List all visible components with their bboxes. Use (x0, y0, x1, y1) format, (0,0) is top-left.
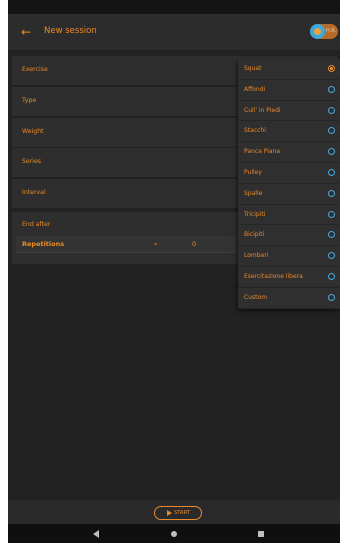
radio-icon[interactable] (328, 210, 335, 218)
option-label: Affondi (244, 85, 266, 93)
series-label: Series (22, 158, 42, 165)
exercise-label: Exercise (22, 66, 48, 73)
play-icon (167, 510, 172, 516)
option-label: Bicipiti (244, 231, 265, 239)
radio-icon[interactable] (328, 85, 335, 93)
nav-home-icon[interactable] (171, 531, 177, 537)
exercise-dropdown: Squat Affondi Cull' in Piedi Stacchi Pan… (238, 59, 340, 288)
option-label: Cull' in Piedi (244, 106, 281, 114)
start-button[interactable]: START (154, 506, 202, 520)
radio-selected-icon[interactable] (328, 65, 335, 72)
option-label: Squat (244, 65, 262, 72)
option-label: Esercitazione libera (244, 273, 303, 280)
type-label: Type (22, 97, 37, 104)
weight-label: Weight (22, 128, 44, 135)
repetitions-mode[interactable]: Repetitions (22, 239, 64, 249)
decrement-button[interactable]: – (154, 239, 158, 249)
option-stacchi[interactable]: Stacchi (238, 121, 340, 143)
option-label: Pulley (244, 169, 262, 176)
nav-recent-icon[interactable] (258, 531, 264, 537)
repetitions-value[interactable]: 0 (192, 239, 196, 249)
radio-icon[interactable] (328, 273, 335, 280)
end-after-label: End after (22, 221, 51, 228)
option-label: Custom (244, 294, 267, 301)
radio-icon[interactable] (328, 169, 335, 176)
exercise-dropdown-tail: Custom (238, 288, 340, 309)
option-panca-piana[interactable]: Panca Piana (238, 142, 340, 163)
bottom-bar: START (8, 500, 340, 524)
radio-icon[interactable] (328, 231, 335, 239)
back-arrow-icon[interactable]: ← (16, 22, 36, 42)
option-label: Spalle (244, 189, 263, 197)
radio-icon[interactable] (328, 127, 335, 135)
option-pulley[interactable]: Pulley (238, 163, 340, 184)
radio-icon[interactable] (328, 106, 335, 114)
start-label: START (174, 510, 191, 516)
avatar[interactable]: H.R. (310, 24, 338, 39)
option-spalle[interactable]: Spalle (238, 184, 340, 205)
option-lombari[interactable]: Lombari (238, 246, 340, 267)
app-bar: ← New session H.R. (8, 14, 340, 50)
radio-icon[interactable] (328, 148, 335, 156)
status-bar (8, 0, 340, 14)
system-nav-bar (8, 524, 340, 543)
avatar-initials: H.R. (326, 28, 337, 34)
option-custom[interactable]: Custom (238, 288, 340, 309)
option-affondi[interactable]: Affondi (238, 80, 340, 101)
radio-icon[interactable] (328, 252, 335, 260)
option-label: Panca Piana (244, 148, 281, 156)
option-bicipiti[interactable]: Bicipiti (238, 225, 340, 247)
repetitions-field[interactable]: Repetitions – 0 (16, 236, 236, 253)
radio-icon[interactable] (328, 294, 335, 301)
option-esercitazione-libera[interactable]: Esercitazione libera (238, 267, 340, 288)
page-title: New session (44, 26, 97, 36)
option-label: Lombari (244, 252, 269, 260)
avatar-icon (310, 24, 325, 39)
option-tricipiti[interactable]: Tricipiti (238, 205, 340, 226)
radio-icon[interactable] (328, 189, 335, 197)
nav-back-icon[interactable] (93, 530, 99, 538)
option-label: Stacchi (244, 127, 266, 135)
option-squat[interactable]: Squat (238, 59, 340, 80)
interval-label: Interval (22, 189, 46, 196)
option-cull-in-piedi[interactable]: Cull' in Piedi (238, 101, 340, 122)
option-label: Tricipiti (244, 210, 266, 218)
